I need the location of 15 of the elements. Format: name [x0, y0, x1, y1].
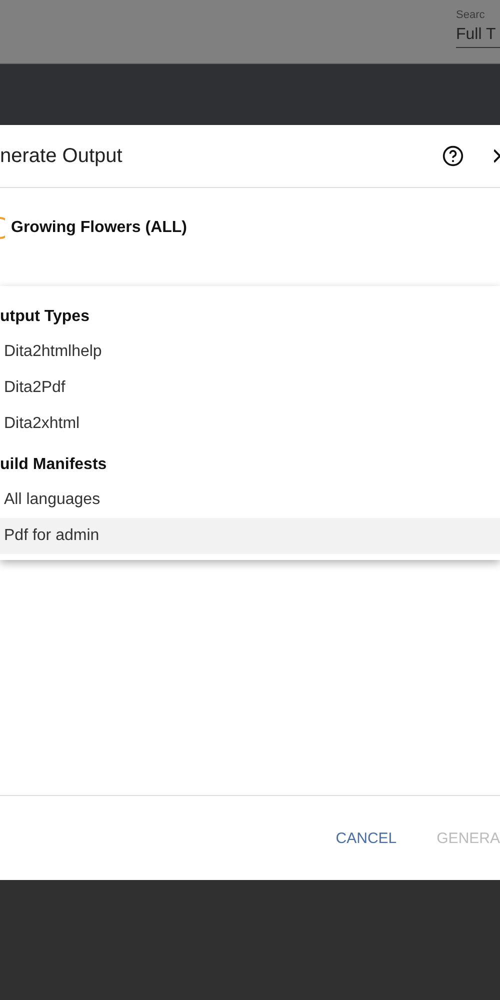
publication-name: Growing Flowers (ALL): [11, 219, 187, 237]
help-icon[interactable]: [442, 145, 464, 167]
menu-item[interactable]: Dita2htmlhelp: [0, 334, 500, 370]
group-heading: uild Manifests: [0, 455, 108, 475]
dialog-title: nerate Output: [0, 144, 124, 168]
menu-item[interactable]: Dita2Pdf: [0, 370, 500, 406]
cancel-button[interactable]: CANCEL: [336, 830, 397, 846]
menu-item[interactable]: Pdf for admin: [0, 518, 500, 554]
search-field[interactable]: Full T: [456, 21, 500, 48]
menu-item[interactable]: All languages: [0, 482, 500, 518]
menu-item[interactable]: Dita2xhtml: [0, 406, 500, 442]
search-label: Searc: [456, 9, 486, 21]
group-heading: utput Types: [0, 307, 90, 327]
close-icon[interactable]: [494, 149, 500, 163]
status-ring-icon: [0, 217, 5, 239]
